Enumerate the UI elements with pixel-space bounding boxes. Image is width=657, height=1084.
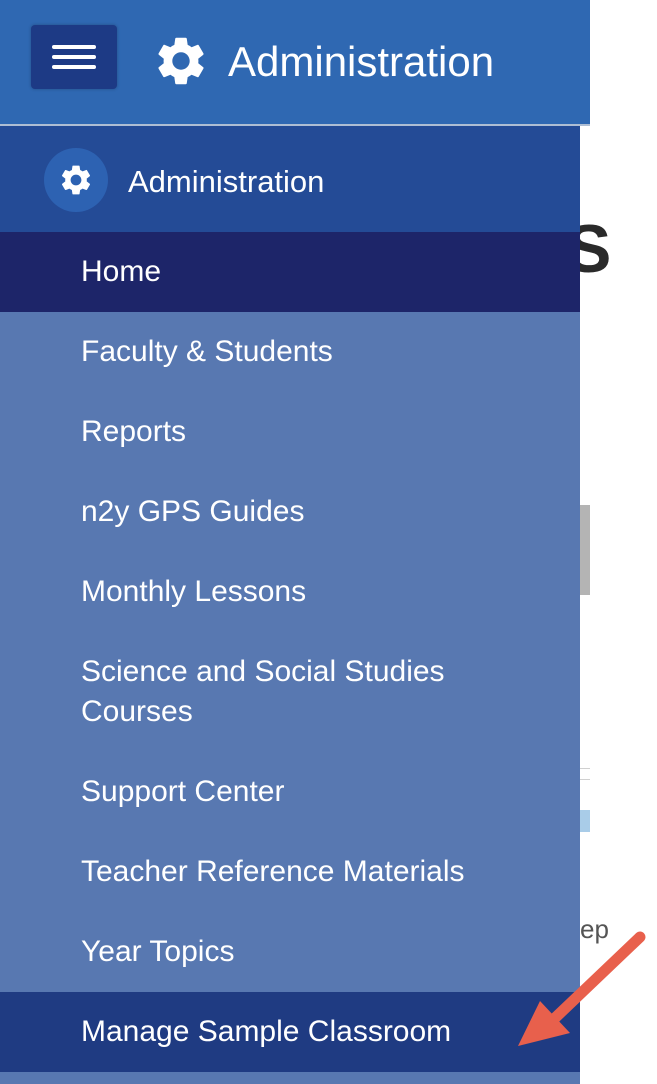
sidebar-item-home[interactable]: Home [0, 232, 580, 312]
hamburger-menu-icon [52, 55, 96, 59]
sidebar-item-manage-sample-classroom[interactable]: Manage Sample Classroom [0, 992, 580, 1072]
background-divider [580, 768, 590, 769]
gear-icon [61, 165, 91, 195]
sidebar-item-label: Support Center [81, 775, 285, 808]
drawer-header[interactable]: Administration [0, 126, 580, 232]
top-app-bar: Administration [0, 0, 590, 124]
sidebar-item-label: Manage Sample Classroom [81, 1015, 452, 1048]
app-bar-title: Administration [228, 38, 495, 85]
sidebar-item-monthly-lessons[interactable]: Monthly Lessons [0, 552, 580, 632]
sidebar-item-teacher-reference[interactable]: Teacher Reference Materials [0, 832, 580, 912]
sidebar-item-label: Teacher Reference Materials [81, 855, 465, 888]
gear-icon [158, 37, 204, 85]
sidebar-item-faculty-students[interactable]: Faculty & Students [0, 312, 580, 392]
drawer-header-badge [44, 148, 108, 212]
drawer-header-title: Administration [128, 164, 325, 199]
background-bar-fragment [580, 810, 590, 832]
sidebar-item-label: Reports [81, 415, 187, 448]
sidebar-item-year-topics[interactable]: Year Topics [0, 912, 580, 992]
sidebar-item-label: Science and Social Studies Courses [81, 655, 445, 728]
background-image-fragment [580, 505, 590, 595]
arrow-pointer-icon [518, 931, 646, 1046]
sidebar-item-label: Year Topics [81, 935, 235, 968]
sidebar-item-science-social-studies[interactable]: Science and Social Studies Courses [0, 632, 580, 752]
sidebar-item-gps-guides[interactable]: n2y GPS Guides [0, 472, 580, 552]
navigation-drawer: Administration Home Faculty & Students R… [0, 126, 580, 1084]
sidebar-item-label: n2y GPS Guides [81, 495, 305, 528]
sidebar-item-label: Monthly Lessons [81, 575, 307, 608]
hamburger-menu-icon [52, 65, 96, 69]
background-divider [580, 779, 590, 780]
sidebar-item-support-center[interactable]: Support Center [0, 752, 580, 832]
hamburger-menu-button[interactable] [31, 25, 117, 89]
sidebar-item-reports[interactable]: Reports [0, 392, 580, 472]
sidebar-item-label: Home [81, 255, 162, 288]
hamburger-menu-icon [52, 45, 96, 49]
sidebar-item-label: Faculty & Students [81, 335, 333, 368]
